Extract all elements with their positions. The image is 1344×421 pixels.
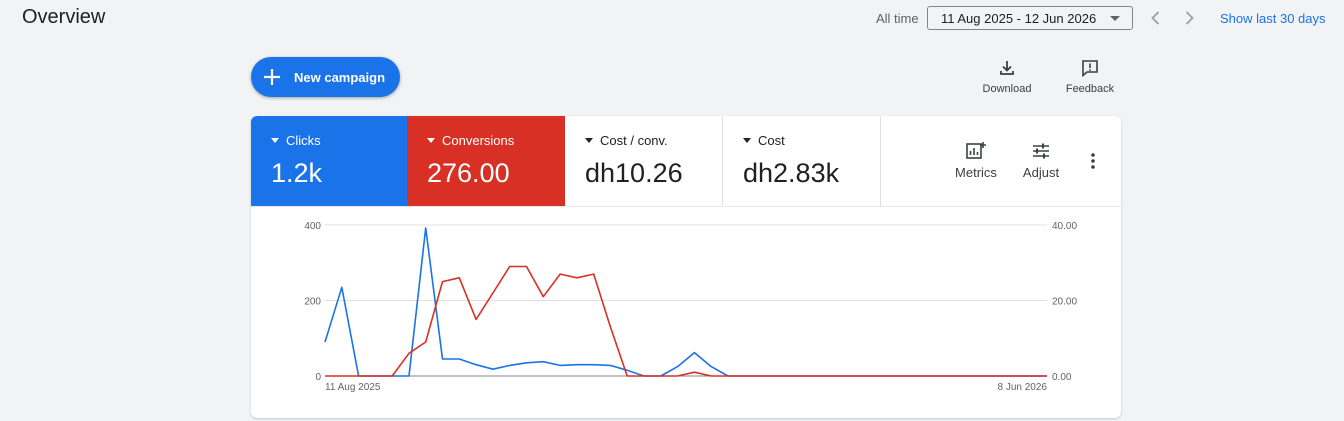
adjust-button[interactable]: Adjust <box>1016 141 1066 180</box>
performance-card: Clicks 1.2k Conversions 276.00 Cost / co… <box>251 116 1121 418</box>
metric-label: Conversions <box>442 133 515 148</box>
metric-conversions[interactable]: Conversions 276.00 <box>407 116 565 206</box>
y-right-tick-label: 20.00 <box>1052 297 1077 308</box>
metric-dropdown-icon <box>585 138 593 143</box>
date-range-select[interactable]: 11 Aug 2025 - 12 Jun 2026 <box>927 6 1133 30</box>
metric-label: Cost <box>758 133 785 148</box>
metric-clicks[interactable]: Clicks 1.2k <box>251 116 407 206</box>
chevron-right-icon[interactable] <box>1179 8 1199 28</box>
y-left-tick-label: 400 <box>304 221 321 232</box>
new-campaign-button[interactable]: New campaign <box>251 57 400 97</box>
feedback-label: Feedback <box>1065 83 1115 95</box>
feedback-icon <box>1082 60 1098 78</box>
metrics-button[interactable]: Metrics <box>951 141 1001 180</box>
dropdown-caret-icon <box>1110 16 1120 21</box>
y-right-tick-label: 40.00 <box>1052 221 1077 232</box>
metric-label: Cost / conv. <box>600 133 668 148</box>
adjust-icon <box>1033 143 1049 159</box>
y-right-tick-label: 0.00 <box>1052 372 1072 383</box>
y-left-tick-label: 0 <box>315 372 321 383</box>
download-label: Download <box>982 83 1032 95</box>
metric-dropdown-icon <box>271 138 279 143</box>
date-range-value: 11 Aug 2025 - 12 Jun 2026 <box>941 10 1097 26</box>
download-button[interactable]: Download <box>981 58 1033 95</box>
metric-value: 276.00 <box>427 158 510 188</box>
date-range-label: All time <box>876 11 919 26</box>
metric-value: dh2.83k <box>743 158 840 188</box>
x-tick-label-start: 11 Aug 2025 <box>325 382 381 393</box>
metrics-label: Metrics <box>955 165 997 180</box>
y-left-tick-label: 200 <box>304 297 321 308</box>
new-campaign-label: New campaign <box>294 69 386 85</box>
series-line-clicks <box>324 227 1047 377</box>
more-vert-icon[interactable] <box>1085 151 1101 171</box>
metric-dropdown-icon <box>427 138 435 143</box>
show-last-30-days-link[interactable]: Show last 30 days <box>1220 11 1326 26</box>
metric-cost-per-conv[interactable]: Cost / conv. dh10.26 <box>565 116 723 206</box>
x-tick-label-end: 8 Jun 2026 <box>998 382 1048 393</box>
metric-label: Clicks <box>286 133 321 148</box>
page-title: Overview <box>22 6 106 28</box>
metric-value: 1.2k <box>271 158 323 188</box>
metric-dropdown-icon <box>743 138 751 143</box>
plus-icon <box>264 69 280 85</box>
adjust-label: Adjust <box>1022 165 1060 180</box>
chevron-left-icon[interactable] <box>1146 8 1166 28</box>
metric-cost[interactable]: Cost dh2.83k <box>723 116 881 206</box>
download-icon <box>1000 61 1014 75</box>
performance-chart: 0 0.00 200 20.00 400 40.00 11 Aug 2025 8 Jun 20… <box>304 221 1077 393</box>
metrics-icon <box>966 142 986 159</box>
feedback-button[interactable]: Feedback <box>1064 58 1116 95</box>
metric-value: dh10.26 <box>585 158 683 188</box>
